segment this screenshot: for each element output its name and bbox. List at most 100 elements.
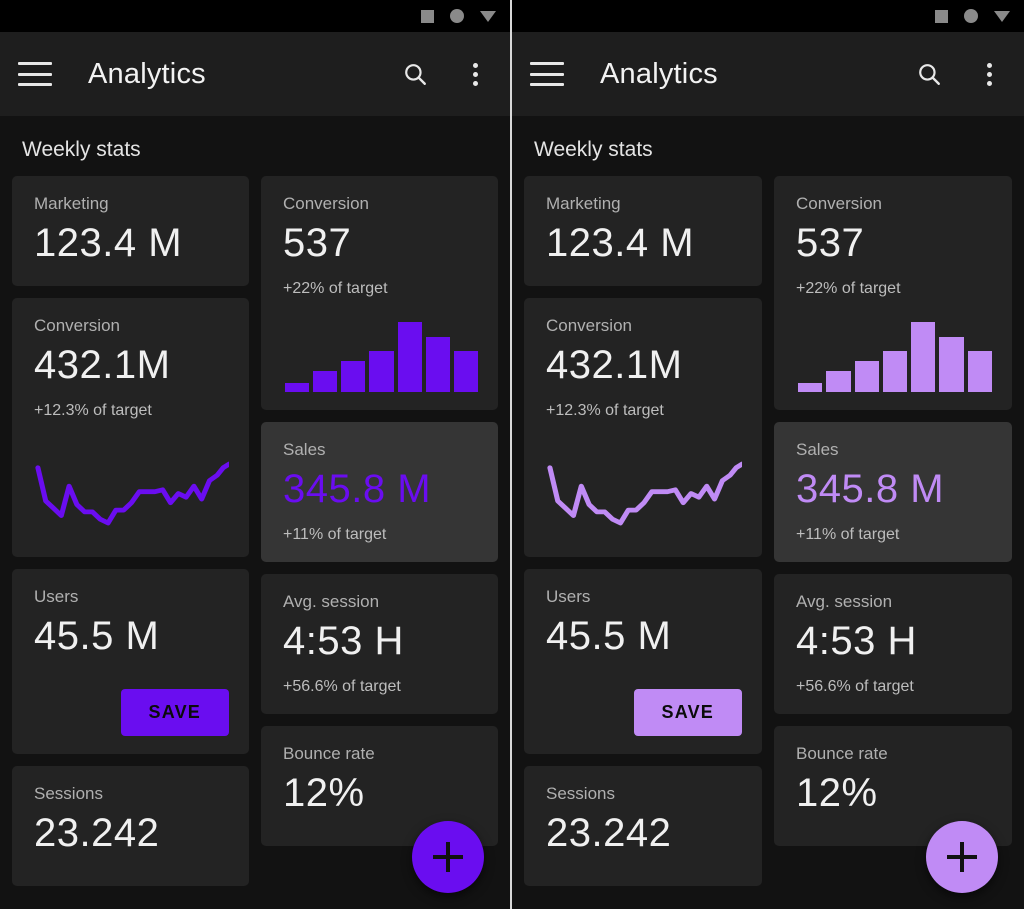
card-value: 537 [283, 221, 352, 265]
status-bar [512, 0, 1024, 32]
bar-5 [911, 322, 936, 392]
card-subtext: +56.6% of target [283, 678, 401, 695]
card-value: 432.1M [34, 343, 171, 387]
more-vertical-icon[interactable] [972, 57, 1006, 91]
bar-2 [826, 370, 851, 392]
card-label: Users [34, 587, 79, 606]
main-content: Weekly stats Marketing 123.4 M Conversio… [0, 116, 510, 909]
card-subtext: +11% of target [283, 526, 387, 543]
status-bar [0, 0, 510, 32]
card-value: 345.8 M [796, 467, 945, 511]
add-fab-button[interactable] [926, 821, 998, 893]
card-conversion-trend[interactable]: Conversion 432.1M +12.3% of target [524, 298, 762, 557]
card-marketing[interactable]: Marketing 123.4 M [524, 176, 762, 286]
card-value: 123.4 M [34, 221, 183, 265]
card-label: Avg. session [283, 592, 380, 611]
circle-icon [450, 9, 464, 23]
stats-grid: Marketing 123.4 M Conversion 432.1M +12.… [524, 176, 1012, 886]
card-subtext: +12.3% of target [34, 402, 152, 419]
card-actions: SAVE [34, 689, 229, 736]
bar-1 [285, 382, 310, 392]
card-label: Bounce rate [796, 744, 888, 763]
bar-2 [313, 370, 338, 392]
bar-3 [341, 360, 366, 392]
card-sessions[interactable]: Sessions 23.242 [12, 766, 249, 886]
more-vertical-icon[interactable] [458, 57, 492, 91]
sparkline-chart [35, 461, 232, 526]
bar-4 [369, 350, 394, 392]
card-value: 4:53 H [796, 619, 917, 663]
card-sales[interactable]: Sales 345.8 M +11% of target [261, 422, 498, 562]
card-sales[interactable]: Sales 345.8 M +11% of target [774, 422, 1012, 562]
card-users[interactable]: Users 45.5 M SAVE [12, 569, 249, 754]
card-subtext: +12.3% of target [546, 402, 664, 419]
dual-panel-comparison: Analytics Weekly stats Marketing 123.4 M [0, 0, 1024, 909]
square-icon [935, 9, 948, 23]
stats-grid: Marketing 123.4 M Conversion 432.1M +12.… [12, 176, 498, 886]
save-button[interactable]: SAVE [633, 689, 742, 736]
card-value: 23.242 [34, 811, 160, 855]
bar-1 [798, 382, 823, 392]
app-bar: Analytics [0, 32, 510, 116]
sparkline-chart [547, 461, 745, 526]
triangle-down-icon [994, 10, 1010, 22]
stats-column-right: Conversion 537 +22% of target Sales 345.… [261, 176, 498, 886]
bar-chart [283, 322, 478, 392]
card-actions: SAVE [546, 689, 742, 736]
card-value: 4:53 H [283, 619, 404, 663]
card-value: 23.242 [546, 811, 672, 855]
card-conversion-bars[interactable]: Conversion 537 +22% of target [261, 176, 498, 410]
card-subtext: +22% of target [283, 280, 388, 297]
page-title: Analytics [88, 57, 206, 90]
card-label: Conversion [34, 316, 120, 335]
plus-icon [433, 842, 463, 872]
card-label: Marketing [546, 194, 621, 213]
card-label: Avg. session [796, 592, 893, 611]
main-content: Weekly stats Marketing 123.4 M Conversio… [512, 116, 1024, 909]
section-title: Weekly stats [534, 138, 653, 161]
card-avg-session[interactable]: Avg. session 4:53 H +56.6% of target [774, 574, 1012, 714]
card-conversion-bars[interactable]: Conversion 537 +22% of target [774, 176, 1012, 410]
card-label: Users [546, 587, 591, 606]
card-label: Conversion [796, 194, 882, 213]
bar-4 [882, 350, 908, 392]
hamburger-menu-icon[interactable] [18, 62, 52, 86]
search-icon[interactable] [912, 57, 946, 91]
add-fab-button[interactable] [412, 821, 484, 893]
card-label: Sessions [546, 784, 615, 803]
hamburger-menu-icon[interactable] [530, 62, 564, 86]
card-conversion-trend[interactable]: Conversion 432.1M +12.3% of target [12, 298, 249, 557]
bar-7 [967, 351, 992, 392]
search-icon[interactable] [398, 57, 432, 91]
card-label: Marketing [34, 194, 109, 213]
page-title: Analytics [600, 57, 718, 90]
card-sessions[interactable]: Sessions 23.242 [524, 766, 762, 886]
square-icon [421, 9, 434, 23]
card-marketing[interactable]: Marketing 123.4 M [12, 176, 249, 286]
card-subtext: +11% of target [796, 526, 900, 543]
circle-icon [964, 9, 978, 23]
card-subtext: +22% of target [796, 280, 901, 297]
save-button[interactable]: SAVE [120, 689, 229, 736]
triangle-down-icon [480, 10, 496, 22]
card-label: Conversion [546, 316, 632, 335]
app-screenshot-left: Analytics Weekly stats Marketing 123.4 M [0, 0, 512, 909]
card-subtext: +56.6% of target [796, 678, 914, 695]
bar-6 [425, 336, 450, 392]
plus-icon [947, 842, 977, 872]
bar-7 [453, 351, 478, 392]
card-users[interactable]: Users 45.5 M SAVE [524, 569, 762, 754]
card-value: 432.1M [546, 343, 683, 387]
bar-3 [854, 360, 879, 392]
bar-chart [796, 322, 992, 392]
card-label: Sales [283, 440, 326, 459]
stats-column-left: Marketing 123.4 M Conversion 432.1M +12.… [524, 176, 762, 886]
card-label: Sessions [34, 784, 103, 803]
section-title: Weekly stats [22, 138, 141, 161]
card-value: 345.8 M [283, 467, 432, 511]
stats-column-left: Marketing 123.4 M Conversion 432.1M +12.… [12, 176, 249, 886]
card-value: 12% [283, 771, 365, 815]
card-value: 45.5 M [34, 614, 160, 658]
card-value: 537 [796, 221, 865, 265]
card-avg-session[interactable]: Avg. session 4:53 H +56.6% of target [261, 574, 498, 714]
